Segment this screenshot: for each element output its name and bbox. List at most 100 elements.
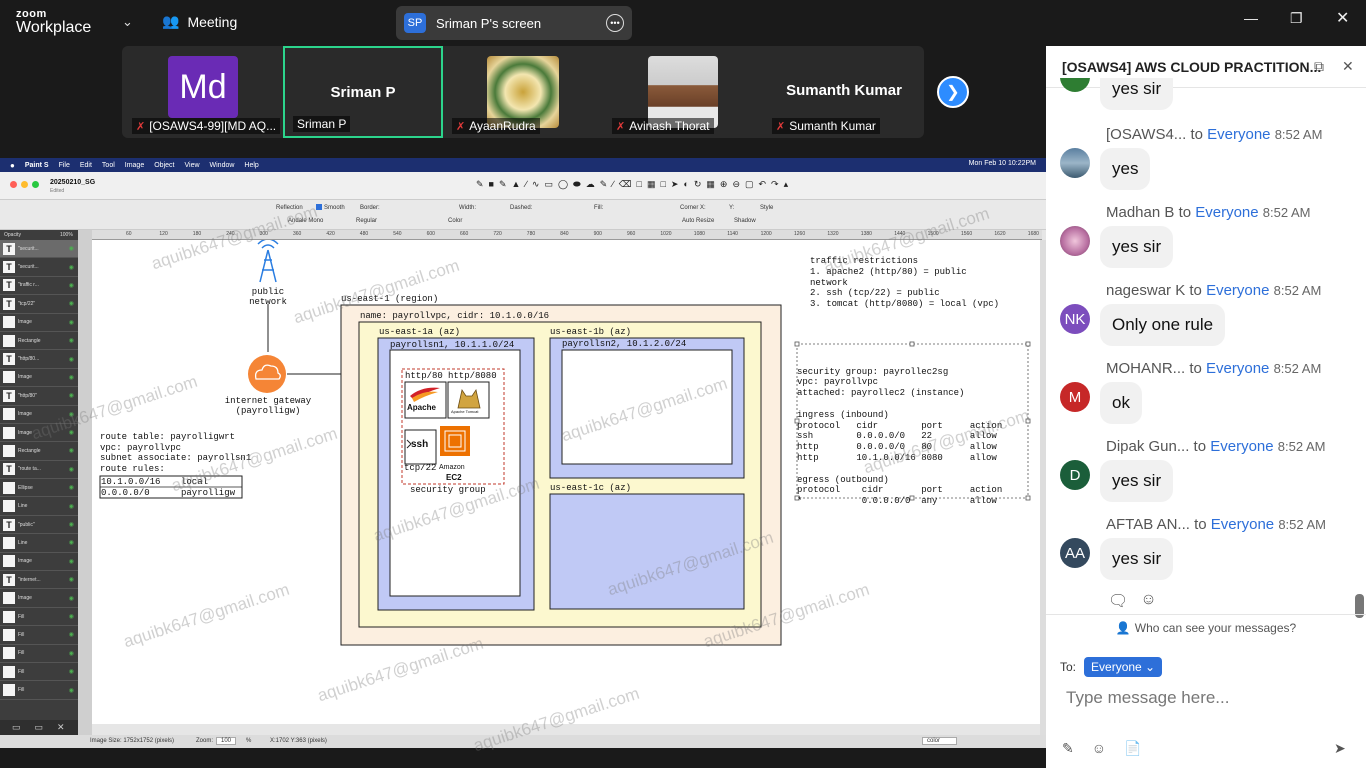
opt-style[interactable]: Style bbox=[760, 205, 773, 211]
participant-tile-active[interactable]: Sriman P Sriman P bbox=[283, 46, 443, 138]
drawing-canvas[interactable]: public network internet gateway (payrollig… bbox=[92, 240, 1040, 724]
participant-tile[interactable]: Md ✗ [OSAWS4-99][MD AQ... bbox=[124, 46, 284, 138]
menu-edit[interactable]: Edit bbox=[80, 162, 92, 169]
menu-file[interactable]: File bbox=[59, 162, 70, 169]
layer-item[interactable]: T "public" ◉ bbox=[0, 516, 78, 535]
participant-tile[interactable]: ✗ AyaanRudra bbox=[444, 46, 604, 138]
visibility-eye-icon[interactable]: ◉ bbox=[69, 484, 74, 491]
layer-item[interactable]: T "securit... ◉ bbox=[0, 240, 78, 259]
more-options-icon[interactable]: ••• bbox=[606, 14, 624, 32]
visibility-eye-icon[interactable]: ◉ bbox=[69, 521, 74, 528]
visibility-eye-icon[interactable]: ◉ bbox=[69, 245, 74, 252]
visibility-eye-icon[interactable]: ◉ bbox=[69, 392, 74, 399]
who-can-see-link[interactable]: 👤 Who can see your messages? bbox=[1046, 614, 1366, 640]
menu-window[interactable]: Window bbox=[210, 162, 235, 169]
screen-share-pill[interactable]: SP Sriman P's screen ••• bbox=[396, 6, 632, 40]
menu-help[interactable]: Help bbox=[244, 162, 258, 169]
layer-item[interactable]: Fill ◉ bbox=[0, 645, 78, 663]
layer-item[interactable]: Line ◉ bbox=[0, 497, 78, 516]
opacity-row[interactable]: Opacity 100% bbox=[0, 230, 78, 240]
smooth-checkbox[interactable] bbox=[316, 204, 322, 210]
layer-item[interactable]: Fill ◉ bbox=[0, 608, 78, 627]
layer-item[interactable]: Image ◉ bbox=[0, 369, 78, 388]
maximize-icon[interactable]: ❐ bbox=[1290, 10, 1303, 27]
visibility-eye-icon[interactable]: ◉ bbox=[69, 356, 74, 363]
visibility-eye-icon[interactable]: ◉ bbox=[69, 337, 74, 344]
paint-tool-icons[interactable]: ✎■✎▲∕∿▭◯⬬☁✎∕⌫□▦□➤◐↻▦⊕⊖▢↶↷▴ bbox=[476, 179, 793, 190]
delete-layer-icon[interactable]: ✕ bbox=[57, 722, 65, 733]
next-page-icon[interactable]: ❯ bbox=[937, 76, 969, 108]
menu-tool[interactable]: Tool bbox=[102, 162, 115, 169]
layer-item[interactable]: T "internet... ◉ bbox=[0, 571, 78, 590]
visibility-eye-icon[interactable]: ◉ bbox=[69, 631, 74, 638]
emoji-icon[interactable]: ☺ bbox=[1092, 740, 1106, 757]
opt-dashed[interactable]: Dashed: bbox=[510, 205, 532, 211]
layer-item[interactable]: Line ◉ bbox=[0, 534, 78, 553]
visibility-eye-icon[interactable]: ◉ bbox=[69, 558, 74, 565]
chevron-down-icon[interactable]: ⌄ bbox=[122, 14, 133, 30]
layers-toolbar[interactable]: ▭ ▭ ✕ bbox=[0, 720, 78, 735]
shadow-toggle[interactable]: Shadow bbox=[734, 218, 756, 224]
layer-item[interactable]: Rectangle ◉ bbox=[0, 442, 78, 461]
visibility-eye-icon[interactable]: ◉ bbox=[69, 650, 74, 657]
menu-view[interactable]: View bbox=[184, 162, 199, 169]
minimize-icon[interactable]: — bbox=[1244, 10, 1258, 26]
layer-item[interactable]: T "traffic r... ◉ bbox=[0, 277, 78, 296]
text-color-select[interactable]: Color bbox=[448, 218, 462, 224]
layer-item[interactable]: Image ◉ bbox=[0, 314, 78, 332]
minimize-window-icon[interactable] bbox=[21, 181, 28, 188]
visibility-eye-icon[interactable]: ◉ bbox=[69, 687, 74, 694]
visibility-eye-icon[interactable]: ◉ bbox=[69, 539, 74, 546]
add-reaction-icon[interactable]: ☺ bbox=[1140, 591, 1156, 611]
layer-item[interactable]: Image ◉ bbox=[0, 589, 78, 608]
layer-item[interactable]: Fill ◉ bbox=[0, 663, 78, 682]
opt-border[interactable]: Border: bbox=[360, 205, 380, 211]
layer-item[interactable]: Fill ◉ bbox=[0, 626, 78, 645]
menu-app[interactable]: Paint S bbox=[25, 162, 49, 169]
close-icon[interactable]: ✕ bbox=[1336, 8, 1349, 28]
font-style-select[interactable]: Regular bbox=[356, 218, 377, 224]
file-icon[interactable]: 📄 bbox=[1124, 740, 1141, 757]
duplicate-layer-icon[interactable]: ▭ bbox=[35, 722, 44, 733]
auto-resize-toggle[interactable]: Auto Resize bbox=[682, 218, 714, 224]
visibility-eye-icon[interactable]: ◉ bbox=[69, 503, 74, 510]
visibility-eye-icon[interactable]: ◉ bbox=[69, 264, 74, 271]
reply-icon[interactable]: 🗨 bbox=[1108, 591, 1128, 611]
participant-tile[interactable]: Sumanth Kumar ✗ Sumanth Kumar bbox=[764, 46, 924, 138]
send-icon[interactable]: ➤ bbox=[1334, 740, 1346, 757]
close-window-icon[interactable] bbox=[10, 181, 17, 188]
layer-item[interactable]: Image ◉ bbox=[0, 553, 78, 572]
visibility-eye-icon[interactable]: ◉ bbox=[69, 576, 74, 583]
color-select[interactable]: color bbox=[922, 737, 958, 745]
zoom-window-icon[interactable] bbox=[32, 181, 39, 188]
chat-message-input[interactable]: Type message here... bbox=[1066, 688, 1229, 708]
recipient-dropdown[interactable]: Everyone ⌄ bbox=[1084, 657, 1163, 677]
layer-item[interactable]: T "securit... ◉ bbox=[0, 258, 78, 277]
zoom-input[interactable]: 100 bbox=[216, 737, 237, 745]
participant-tile[interactable]: ✗ Avinash Thorat bbox=[604, 46, 764, 138]
menu-image[interactable]: Image bbox=[125, 162, 144, 169]
opt-smooth[interactable]: Smooth bbox=[324, 205, 345, 211]
meeting-menu[interactable]: 👥 Meeting bbox=[162, 13, 237, 30]
layer-item[interactable]: T "http/80... ◉ bbox=[0, 350, 78, 369]
popout-icon[interactable]: ⧉ bbox=[1314, 58, 1324, 75]
visibility-eye-icon[interactable]: ◉ bbox=[69, 668, 74, 675]
layer-item[interactable]: T "http/80" ◉ bbox=[0, 387, 78, 406]
opt-width[interactable]: Width: bbox=[459, 205, 476, 211]
opt-corner-y[interactable]: Y: bbox=[729, 205, 734, 211]
opt-fill[interactable]: Fill: bbox=[594, 205, 603, 211]
visibility-eye-icon[interactable]: ◉ bbox=[69, 613, 74, 620]
visibility-eye-icon[interactable]: ◉ bbox=[69, 466, 74, 473]
layer-item[interactable]: Ellipse ◉ bbox=[0, 479, 78, 498]
opt-corner-x[interactable]: Corner X: bbox=[680, 205, 706, 211]
layer-item[interactable]: Rectangle ◉ bbox=[0, 332, 78, 351]
format-icon[interactable]: ✎ bbox=[1062, 740, 1074, 757]
visibility-eye-icon[interactable]: ◉ bbox=[69, 447, 74, 454]
visibility-eye-icon[interactable]: ◉ bbox=[69, 282, 74, 289]
visibility-eye-icon[interactable]: ◉ bbox=[69, 374, 74, 381]
visibility-eye-icon[interactable]: ◉ bbox=[69, 595, 74, 602]
visibility-eye-icon[interactable]: ◉ bbox=[69, 300, 74, 307]
layer-item[interactable]: Fill ◉ bbox=[0, 681, 78, 700]
menu-object[interactable]: Object bbox=[154, 162, 174, 169]
visibility-eye-icon[interactable]: ◉ bbox=[69, 319, 74, 326]
